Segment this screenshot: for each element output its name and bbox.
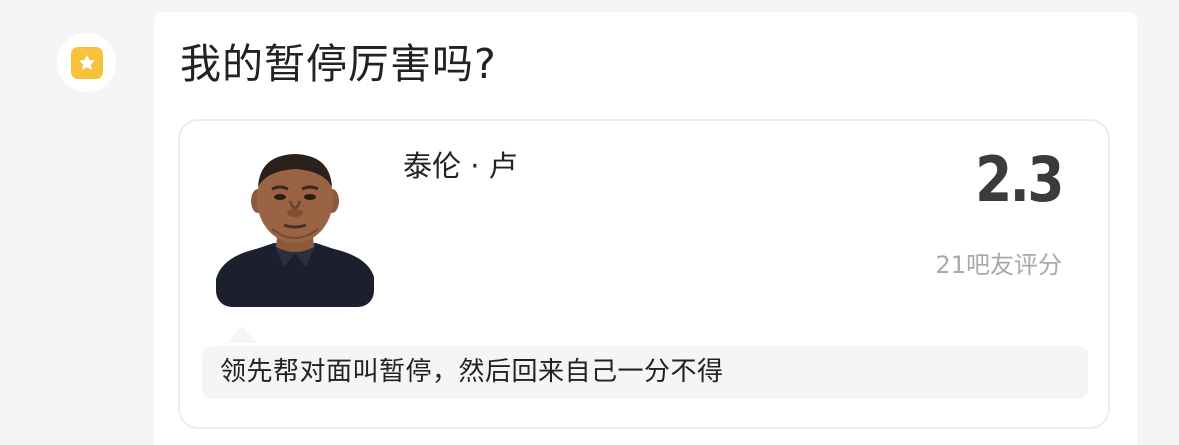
question-title: 我的暂停厉害吗? [180,40,497,88]
badge-circle [57,33,116,92]
star-icon [70,46,103,79]
comment-bubble-tail [227,326,257,343]
comment-bubble[interactable]: 领先帮对面叫暂停，然后回来自己一分不得 [202,346,1088,399]
rating-score: 2.3 [975,143,1064,216]
rating-count: 21吧友评分 [935,251,1062,279]
player-rating-card[interactable]: 泰伦 · 卢 2.3 21吧友评分 领先帮对面叫暂停，然后回来自己一分不得 [178,119,1110,429]
player-avatar [216,149,374,307]
player-name: 泰伦 · 卢 [403,149,518,183]
question-panel: 我的暂停厉害吗? 泰伦 · 卢 2.3 21吧友评分 领先帮对面叫暂停，然后回来… [154,12,1137,445]
comment-text: 领先帮对面叫暂停，然后回来自己一分不得 [220,356,724,387]
